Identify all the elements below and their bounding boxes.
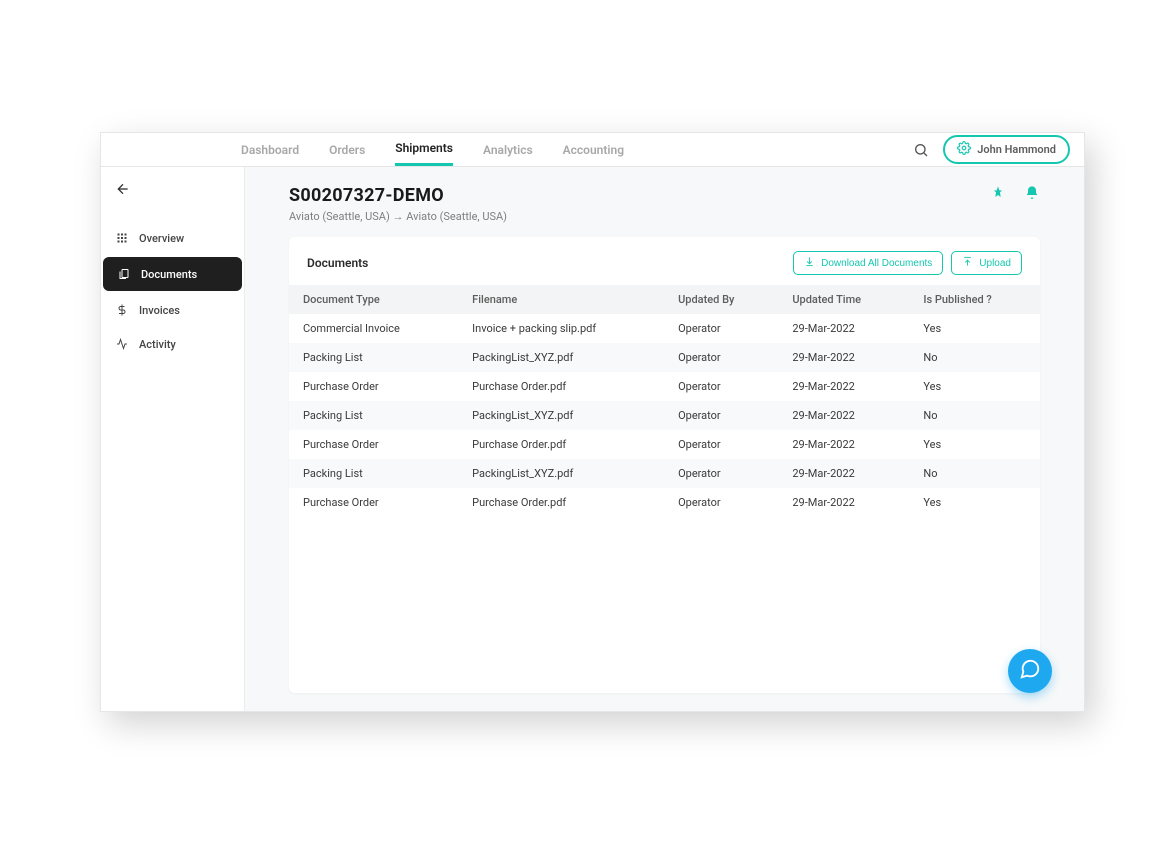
col-updated-by[interactable]: Updated By [664,285,778,314]
download-all-label: Download All Documents [821,258,932,269]
cell-doctype: Packing List [289,459,458,488]
topbar: Dashboard Orders Shipments Analytics Acc… [101,133,1084,167]
page-subtitle: Aviato (Seattle, USA) → Aviato (Seattle,… [289,210,507,223]
body: Overview Documents Invoices Activity [101,167,1084,711]
cell-updated_by: Operator [664,372,778,401]
documents-card: Documents Download All Documents Upload [289,237,1040,693]
search-icon[interactable] [913,142,929,158]
col-filename[interactable]: Filename [458,285,664,314]
col-published[interactable]: Is Published ? [909,285,1040,314]
user-menu[interactable]: John Hammond [943,135,1070,164]
user-name: John Hammond [977,143,1056,156]
main-nav: Dashboard Orders Shipments Analytics Acc… [241,133,624,166]
table-row[interactable]: Purchase OrderPurchase Order.pdfOperator… [289,372,1040,401]
cell-filename: PackingList_XYZ.pdf [458,401,664,430]
chat-fab[interactable] [1008,649,1052,693]
cell-updated_by: Operator [664,488,778,517]
cell-published: No [909,459,1040,488]
cell-updated_time: 29-Mar-2022 [778,430,909,459]
nav-orders[interactable]: Orders [329,135,365,165]
cell-published: Yes [909,488,1040,517]
cell-filename: Purchase Order.pdf [458,430,664,459]
cell-published: No [909,343,1040,372]
nav-analytics[interactable]: Analytics [483,135,533,165]
back-button[interactable] [101,167,244,221]
activity-icon [115,337,129,351]
cell-published: Yes [909,314,1040,343]
card-header: Documents Download All Documents Upload [289,237,1040,285]
sidebar-item-overview[interactable]: Overview [101,221,244,255]
col-doctype[interactable]: Document Type [289,285,458,314]
card-title: Documents [307,256,368,270]
upload-button[interactable]: Upload [951,251,1022,275]
nav-accounting[interactable]: Accounting [563,135,624,165]
table-row[interactable]: Purchase OrderPurchase Order.pdfOperator… [289,488,1040,517]
upload-label: Upload [979,258,1011,269]
main-area: S00207327-DEMO Aviato (Seattle, USA) → A… [245,167,1084,711]
cell-updated_time: 29-Mar-2022 [778,459,909,488]
cell-updated_by: Operator [664,314,778,343]
cell-filename: Purchase Order.pdf [458,488,664,517]
cell-updated_time: 29-Mar-2022 [778,488,909,517]
cell-published: Yes [909,372,1040,401]
sidebar-item-label: Invoices [139,304,180,317]
cell-doctype: Purchase Order [289,430,458,459]
cell-filename: Purchase Order.pdf [458,372,664,401]
pin-icon[interactable] [990,185,1006,201]
grid-icon [115,231,129,245]
chat-icon [1019,658,1041,684]
table-row[interactable]: Packing ListPackingList_XYZ.pdfOperator2… [289,459,1040,488]
cell-updated_by: Operator [664,401,778,430]
cell-doctype: Purchase Order [289,488,458,517]
sidebar-item-label: Documents [141,268,197,281]
table-row[interactable]: Packing ListPackingList_XYZ.pdfOperator2… [289,343,1040,372]
cell-updated_by: Operator [664,459,778,488]
cell-updated_time: 29-Mar-2022 [778,372,909,401]
col-updated-time[interactable]: Updated Time [778,285,909,314]
cell-updated_by: Operator [664,343,778,372]
documents-table: Document Type Filename Updated By Update… [289,285,1040,517]
nav-shipments[interactable]: Shipments [395,133,453,166]
document-icon [117,267,131,281]
sidebar-item-label: Activity [139,338,176,351]
cell-doctype: Commercial Invoice [289,314,458,343]
cell-filename: Invoice + packing slip.pdf [458,314,664,343]
download-all-button[interactable]: Download All Documents [793,251,943,275]
cell-updated_time: 29-Mar-2022 [778,401,909,430]
cell-filename: PackingList_XYZ.pdf [458,343,664,372]
table-row[interactable]: Purchase OrderPurchase Order.pdfOperator… [289,430,1040,459]
cell-updated_time: 29-Mar-2022 [778,343,909,372]
sidebar-item-invoices[interactable]: Invoices [101,293,244,327]
sidebar-item-documents[interactable]: Documents [103,257,242,291]
sidebar-item-label: Overview [139,232,184,245]
upload-icon [962,256,973,270]
bell-icon[interactable] [1024,185,1040,201]
sidebar: Overview Documents Invoices Activity [101,167,245,711]
gear-icon [957,141,971,158]
page-title: S00207327-DEMO [289,185,507,206]
topbar-right: John Hammond [913,135,1070,164]
cell-doctype: Purchase Order [289,372,458,401]
cell-updated_by: Operator [664,430,778,459]
cell-filename: PackingList_XYZ.pdf [458,459,664,488]
sidebar-item-activity[interactable]: Activity [101,327,244,361]
table-row[interactable]: Commercial InvoiceInvoice + packing slip… [289,314,1040,343]
page-actions [990,185,1040,201]
dollar-icon [115,303,129,317]
table-header-row: Document Type Filename Updated By Update… [289,285,1040,314]
nav-dashboard[interactable]: Dashboard [241,135,299,165]
table-row[interactable]: Packing ListPackingList_XYZ.pdfOperator2… [289,401,1040,430]
cell-doctype: Packing List [289,401,458,430]
page-header: S00207327-DEMO Aviato (Seattle, USA) → A… [289,185,1040,223]
app-window: Dashboard Orders Shipments Analytics Acc… [100,132,1085,712]
download-icon [804,256,815,270]
cell-published: Yes [909,430,1040,459]
cell-doctype: Packing List [289,343,458,372]
cell-updated_time: 29-Mar-2022 [778,314,909,343]
cell-published: No [909,401,1040,430]
